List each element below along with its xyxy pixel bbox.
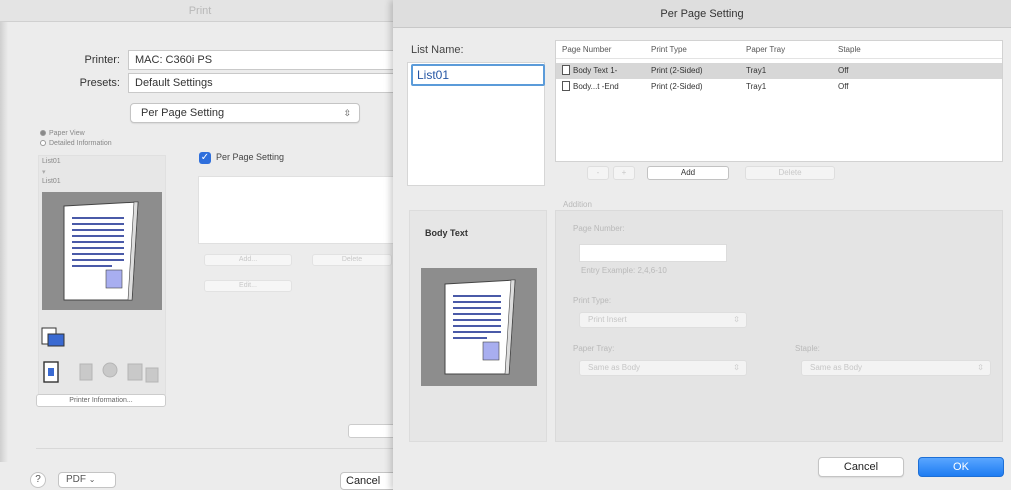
paper-tray-cell: Tray1 — [746, 66, 767, 75]
page-settings-table[interactable]: Page Number Print Type Paper Tray Staple… — [555, 40, 1003, 162]
radio-detailed-label: Detailed Information — [49, 140, 112, 147]
print-type-label: Print Type: — [573, 296, 612, 305]
pane-select[interactable]: Per Page Setting ⇳ — [130, 103, 360, 123]
per-page-setting-checkbox[interactable]: ✓ — [199, 152, 211, 164]
print-type-value: Print Insert — [588, 315, 627, 324]
screen: Print Printer: MAC: C360i PS Presets: De… — [0, 0, 1011, 490]
column-header[interactable]: Paper Tray — [746, 41, 785, 59]
body-page-preview — [421, 268, 537, 386]
updown-arrow-icon: ⇳ — [343, 108, 351, 118]
printer-information-button[interactable]: Printer Information... — [36, 394, 166, 407]
page-number-cell: Body...t -End — [562, 79, 619, 95]
ok-button[interactable]: OK — [918, 457, 1004, 477]
updown-arrow-icon: ⇳ — [733, 363, 740, 372]
add-button[interactable]: Add — [647, 166, 729, 180]
add-button[interactable]: Add... — [204, 254, 292, 266]
move-row-button[interactable]: + — [613, 166, 635, 180]
updown-arrow-icon: ⇳ — [977, 363, 984, 372]
print-dialog-title: Print — [0, 0, 400, 22]
column-header[interactable]: Staple — [838, 41, 861, 59]
document-icon — [562, 65, 570, 75]
delete-button[interactable]: Delete — [745, 166, 835, 180]
chevron-down-icon: ⌄ — [88, 475, 96, 484]
list-item[interactable]: List01 — [42, 158, 61, 165]
document-icon — [562, 81, 570, 91]
presets-select[interactable]: Default Settings — [128, 73, 400, 93]
list-name-input[interactable]: List01 — [411, 64, 545, 86]
per-page-setting-label: Per Page Setting — [216, 152, 285, 162]
sheet-title: Per Page Setting — [393, 0, 1011, 28]
staple-value: Same as Body — [810, 363, 863, 372]
column-header[interactable]: Print Type — [651, 41, 687, 59]
radio-icon — [40, 130, 46, 136]
divider — [36, 448, 400, 449]
staple-cell: Off — [838, 66, 849, 75]
print-type-select[interactable]: Print Insert ⇳ — [579, 312, 747, 328]
print-type-cell: Print (2-Sided) — [651, 66, 703, 75]
paper-tray-value: Same as Body — [588, 363, 641, 372]
staple-select[interactable]: Same as Body ⇳ — [801, 360, 991, 376]
list-name-label: List Name: — [411, 44, 464, 56]
staple-label: Staple: — [795, 344, 820, 353]
page-number-cell: Body Text 1- — [562, 63, 617, 79]
page-number-input[interactable] — [579, 244, 727, 262]
printer-select[interactable]: MAC: C360i PS — [128, 50, 400, 70]
window-edge — [0, 22, 8, 462]
remove-row-button[interactable]: - — [587, 166, 609, 180]
radio-paper-view-label: Paper View — [49, 130, 85, 137]
column-header[interactable]: Page Number — [562, 41, 611, 59]
list-separator: ▾ — [42, 169, 46, 176]
radio-icon — [40, 140, 46, 146]
pdf-label: PDF — [66, 474, 86, 485]
cancel-button[interactable]: Cancel — [818, 457, 904, 477]
table-row[interactable]: Body Text 1- Print (2-Sided) Tray1 Off — [556, 63, 1002, 79]
presets-label: Presets: — [79, 77, 120, 89]
printer-label: Printer: — [84, 54, 120, 66]
document-preview-icon — [444, 279, 516, 375]
list-item[interactable]: List01 — [42, 178, 61, 185]
document-preview-icon — [63, 201, 139, 301]
entry-example-text: Entry Example: 2,4,6-10 — [581, 266, 667, 275]
page-preview — [42, 192, 162, 310]
delete-button[interactable]: Delete — [312, 254, 392, 266]
edit-button[interactable]: Edit... — [204, 280, 292, 292]
page-number-label: Page Number: — [573, 224, 625, 233]
help-button[interactable]: ? — [30, 472, 46, 488]
body-text-label: Body Text — [425, 228, 468, 238]
addition-group-label: Addition — [563, 200, 592, 209]
table-header: Page Number Print Type Paper Tray Staple — [556, 41, 1002, 59]
paper-tray-label: Paper Tray: — [573, 344, 615, 353]
per-page-setting-sheet: Per Page Setting List Name: List01 Page … — [393, 0, 1011, 490]
table-row[interactable]: Body...t -End Print (2-Sided) Tray1 Off — [556, 79, 1002, 95]
print-dialog: Print Printer: MAC: C360i PS Presets: De… — [0, 0, 400, 490]
updown-arrow-icon: ⇳ — [733, 315, 740, 324]
print-cancel-button[interactable]: Cancel — [340, 472, 400, 490]
paper-tray-cell: Tray1 — [746, 82, 767, 91]
pane-select-value: Per Page Setting — [141, 107, 225, 119]
paper-tray-select[interactable]: Same as Body ⇳ — [579, 360, 747, 376]
function-icons — [41, 327, 159, 383]
per-page-list[interactable] — [198, 176, 400, 244]
radio-detailed-info[interactable]: Detailed Information — [40, 140, 112, 147]
staple-cell: Off — [838, 82, 849, 91]
radio-paper-view[interactable]: Paper View — [40, 130, 85, 137]
pdf-menu-button[interactable]: PDF ⌄ — [58, 472, 116, 488]
print-type-cell: Print (2-Sided) — [651, 82, 703, 91]
